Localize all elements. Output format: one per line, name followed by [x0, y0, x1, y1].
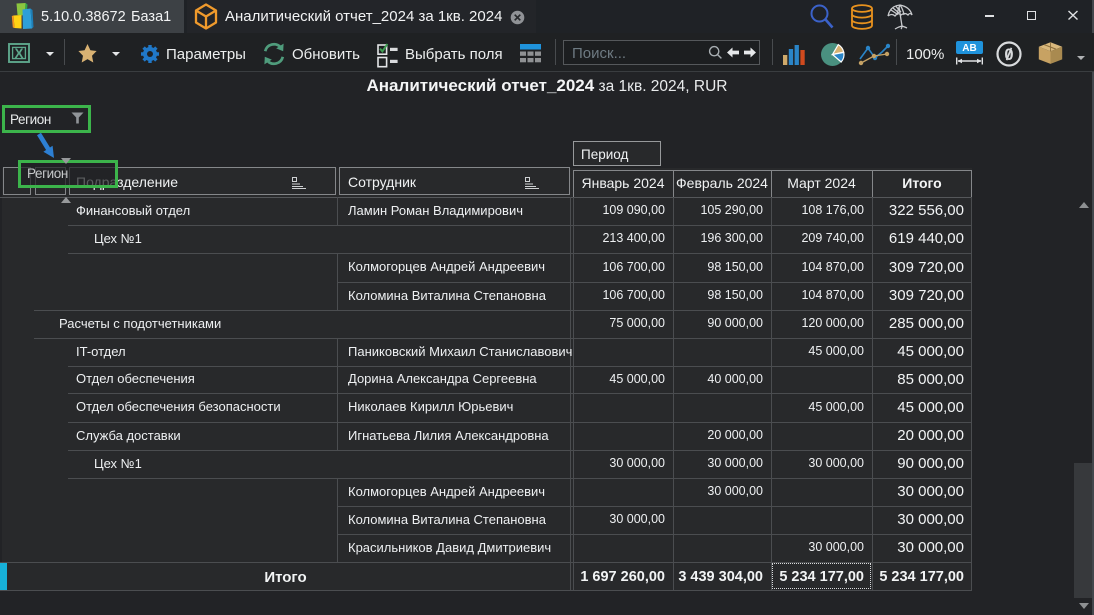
- svg-text:X: X: [14, 46, 23, 61]
- svg-text:AB: AB: [962, 43, 976, 54]
